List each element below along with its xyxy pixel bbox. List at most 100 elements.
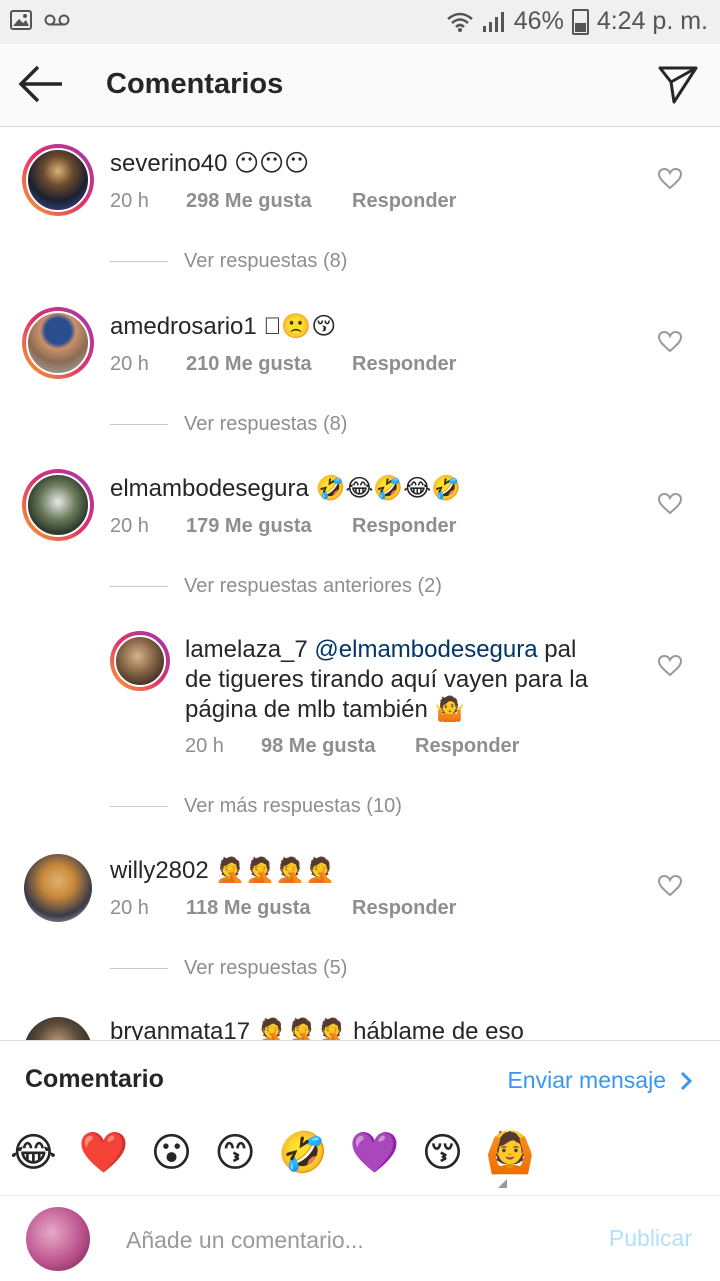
reply-line-1: lamelaza_7 @elmambodesegura pal <box>185 635 625 665</box>
emoji-purple-heart[interactable]: 💜 <box>350 1129 400 1177</box>
comment-time: 20 h <box>110 897 149 919</box>
comment-username[interactable]: bryanmata17 <box>110 1018 250 1040</box>
mention-link[interactable]: @elmambodesegura <box>314 636 537 663</box>
quick-emoji-bar: 😂 ❤️ 😮 😙 🤣 💜 😚 🙆 <box>10 1129 535 1177</box>
avatar[interactable] <box>110 631 170 691</box>
emoji-red-heart[interactable]: ❤️ <box>79 1129 129 1177</box>
reply-button[interactable]: Responder <box>352 515 456 538</box>
divider <box>0 1195 720 1196</box>
status-right: 46% 4:24 p. m. <box>446 7 708 36</box>
gallery-icon <box>10 10 32 30</box>
comment-meta: 20 h 210 Me gusta Responder <box>110 353 456 376</box>
send-message-label: Enviar mensaje <box>507 1067 666 1093</box>
comment-meta: 20 h 298 Me gusta Responder <box>110 190 456 213</box>
battery-percent: 46% <box>513 7 564 35</box>
comment-body: 😶😶😶 <box>234 150 310 177</box>
emoji-kiss-smile[interactable]: 😙 <box>214 1129 256 1177</box>
current-user-avatar <box>26 1207 90 1271</box>
comment-text: amedrosario1 􀀀🙁😚 <box>110 312 336 342</box>
view-replies-button[interactable]: Ver respuestas (8) <box>110 250 347 273</box>
comment-text: elmambodesegura 🤣😂🤣😂🤣 <box>110 474 461 504</box>
reply-button[interactable]: Responder <box>415 735 519 758</box>
view-replies-label: Ver respuestas anteriores (2) <box>184 575 442 597</box>
more-emojis-indicator[interactable] <box>498 1179 507 1188</box>
publish-button[interactable]: Publicar <box>609 1225 692 1252</box>
heart-icon[interactable] <box>658 168 682 190</box>
status-left-icons <box>10 10 70 30</box>
emoji-kiss-closed-eyes[interactable]: 😚 <box>422 1129 464 1177</box>
comment-time: 20 h <box>110 353 149 375</box>
divider-line <box>110 806 168 807</box>
comment-username[interactable]: amedrosario1 <box>110 313 257 340</box>
view-replies-label: Ver respuestas (5) <box>184 957 348 979</box>
divider-line <box>110 261 168 262</box>
comment-username[interactable]: elmambodesegura <box>110 475 309 502</box>
status-time: 4:24 p. m. <box>596 7 708 35</box>
comment-body: 🤣😂🤣😂🤣 <box>315 475 462 502</box>
avatar-image <box>26 148 90 212</box>
avatar[interactable] <box>24 1017 92 1040</box>
avatar-image <box>114 635 166 687</box>
divider-line <box>110 424 168 425</box>
comment-likes[interactable]: 210 Me gusta <box>186 353 352 376</box>
comment-body: 􀀀🙁😚 <box>263 313 337 340</box>
status-bar: 46% 4:24 p. m. <box>0 0 720 44</box>
view-more-replies-button[interactable]: Ver más respuestas (10) <box>110 795 402 818</box>
emoji-surprised[interactable]: 😮 <box>151 1129 193 1177</box>
view-replies-label: Ver respuestas (8) <box>184 250 348 272</box>
avatar[interactable] <box>22 307 94 379</box>
composer-title: Comentario <box>25 1065 164 1093</box>
comment-text: severino40 😶😶😶 <box>110 149 309 179</box>
reply-text: lamelaza_7 @elmambodesegura pal de tigue… <box>185 635 625 725</box>
comment-body: 🤦🤦🤦 háblame de eso <box>256 1018 524 1040</box>
signal-icon <box>482 11 504 32</box>
view-previous-replies-button[interactable]: Ver respuestas anteriores (2) <box>110 575 442 598</box>
view-replies-button[interactable]: Ver respuestas (8) <box>110 413 347 436</box>
comment-body: 🤦🤦🤦🤦 <box>215 857 335 884</box>
comment-time: 20 h <box>110 515 149 537</box>
emoji-person-ok[interactable]: 🙆 <box>485 1129 535 1177</box>
reply-meta: 20 h 98 Me gusta Responder <box>185 735 519 758</box>
comments-list[interactable]: severino40 😶😶😶 20 h 298 Me gusta Respond… <box>0 127 720 1040</box>
emoji-rofl[interactable]: 🤣 <box>278 1129 328 1177</box>
reply-button[interactable]: Responder <box>352 897 456 920</box>
view-more-replies-label: Ver más respuestas (10) <box>184 795 402 817</box>
divider-line <box>110 968 168 969</box>
comment-text: bryanmata17 🤦🤦🤦 háblame de eso <box>110 1017 524 1040</box>
chevron-right-icon <box>680 1071 692 1090</box>
comment-likes[interactable]: 298 Me gusta <box>186 190 352 213</box>
heart-icon[interactable] <box>658 493 682 515</box>
heart-icon[interactable] <box>658 655 682 677</box>
reply-username[interactable]: lamelaza_7 <box>185 636 308 663</box>
voicemail-icon <box>44 14 70 26</box>
comment-likes[interactable]: 118 Me gusta <box>186 897 352 920</box>
heart-icon[interactable] <box>658 331 682 353</box>
view-replies-label: Ver respuestas (8) <box>184 413 348 435</box>
avatar[interactable] <box>22 144 94 216</box>
divider-line <box>110 586 168 587</box>
reply-time: 20 h <box>185 735 224 757</box>
emoji-laugh-cry[interactable]: 😂 <box>10 1129 57 1177</box>
battery-icon <box>571 8 589 35</box>
comment-time: 20 h <box>110 190 149 212</box>
comment-meta: 20 h 118 Me gusta Responder <box>110 897 456 920</box>
comment-username[interactable]: severino40 <box>110 150 227 177</box>
send-message-link[interactable]: Enviar mensaje <box>507 1067 692 1094</box>
view-replies-button[interactable]: Ver respuestas (5) <box>110 957 347 980</box>
reply-line-1-tail: pal <box>544 636 577 663</box>
avatar[interactable] <box>24 854 92 922</box>
page-title: Comentarios <box>106 68 284 100</box>
back-arrow-icon[interactable] <box>18 64 64 104</box>
avatar[interactable] <box>22 469 94 541</box>
reply-likes[interactable]: 98 Me gusta <box>261 735 415 758</box>
reply-line-2: de tigueres tirando aquí vayen para la <box>185 666 588 693</box>
heart-icon[interactable] <box>658 875 682 897</box>
comment-input[interactable] <box>124 1222 568 1258</box>
reply-button[interactable]: Responder <box>352 190 456 213</box>
avatar-image <box>26 473 90 537</box>
comment-likes[interactable]: 179 Me gusta <box>186 515 352 538</box>
direct-send-icon[interactable] <box>656 62 700 106</box>
comment-username[interactable]: willy2802 <box>110 857 209 884</box>
top-bar: Comentarios <box>0 44 720 127</box>
reply-button[interactable]: Responder <box>352 353 456 376</box>
